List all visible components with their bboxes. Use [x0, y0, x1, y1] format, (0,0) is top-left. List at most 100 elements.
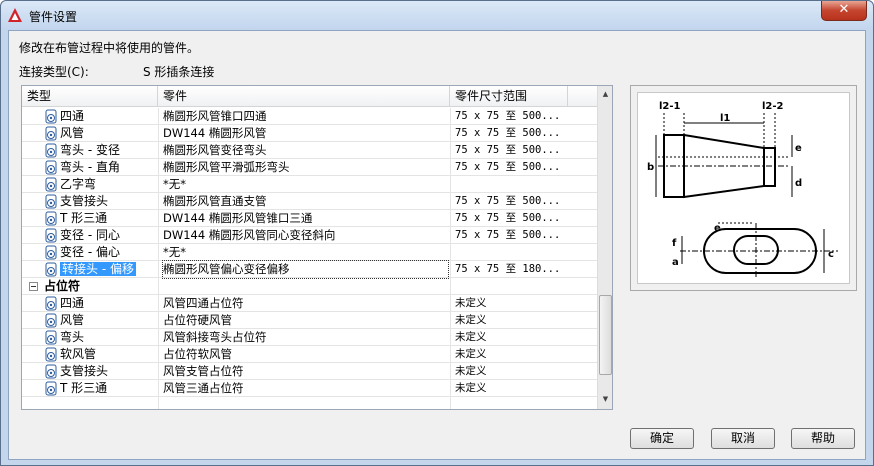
- fitting-settings-icon[interactable]: [44, 126, 59, 141]
- grid-row[interactable]: 支管接头 椭圆形风管直通支管 75 x 75 至 500...: [22, 193, 597, 210]
- grid-row[interactable]: 风管 DW144 椭圆形风管 75 x 75 至 500...: [22, 125, 597, 142]
- grid-row[interactable]: 风管 占位符硬风管 未定义: [22, 312, 597, 329]
- dim-label-a: a: [672, 257, 679, 268]
- fitting-settings-icon[interactable]: [44, 313, 59, 328]
- cell-type: 软风管: [60, 347, 97, 361]
- fitting-settings-icon[interactable]: [44, 160, 59, 175]
- cell-type: 转接头 - 偏移: [60, 261, 160, 278]
- cell-size-range: 未定义: [455, 331, 487, 343]
- grid-row[interactable]: 支管接头 风管支管占位符 未定义: [22, 363, 597, 380]
- cell-part[interactable]: *无*: [163, 176, 448, 193]
- cell-part[interactable]: DW144 椭圆形风管同心变径斜向: [163, 227, 448, 244]
- grid-row[interactable]: T 形三通 DW144 椭圆形风管锥口三通 75 x 75 至 500...: [22, 210, 597, 227]
- fitting-settings-icon[interactable]: [44, 109, 59, 124]
- group-row-placeholders[interactable]: 占位符: [22, 278, 597, 295]
- cell-type: 弯头 - 直角: [60, 160, 120, 174]
- cell-size-range: 75 x 75 至 180...: [455, 263, 561, 275]
- cell-type: 四通: [60, 109, 85, 123]
- cell-type: 风管: [60, 313, 85, 327]
- cell-part-dropdown[interactable]: 椭圆形风管偏心变径偏移: [162, 260, 449, 279]
- cell-part[interactable]: 风管三通占位符: [163, 380, 448, 397]
- cell-type: T 形三通: [60, 381, 108, 395]
- cell-part[interactable]: 椭圆形风管变径弯头: [163, 142, 448, 159]
- ok-button[interactable]: 确定: [630, 428, 694, 449]
- scrollbar-thumb[interactable]: [599, 295, 612, 375]
- fitting-settings-icon[interactable]: [44, 194, 59, 209]
- column-header-size-range[interactable]: 零件尺寸范围: [450, 86, 568, 107]
- cell-part[interactable]: DW144 椭圆形风管锥口三通: [163, 210, 448, 227]
- cell-size-range: 未定义: [455, 382, 487, 394]
- fitting-settings-icon[interactable]: [44, 228, 59, 243]
- cell-size-range: 75 x 75 至 500...: [455, 127, 561, 139]
- grid-row[interactable]: 弯头 风管斜接弯头占位符 未定义: [22, 329, 597, 346]
- fitting-settings-icon[interactable]: [44, 347, 59, 362]
- cell-size-range: 75 x 75 至 500...: [455, 212, 561, 224]
- grid-row[interactable]: 变径 - 同心 DW144 椭圆形风管同心变径斜向 75 x 75 至 500.…: [22, 227, 597, 244]
- column-header-part[interactable]: 零件: [158, 86, 450, 107]
- grid-row[interactable]: 四通 风管四通占位符 未定义: [22, 295, 597, 312]
- cell-size-range: [455, 244, 595, 261]
- cell-part[interactable]: 风管四通占位符: [163, 295, 448, 312]
- dim-label-b: b: [647, 162, 654, 173]
- app-logo-icon: [8, 8, 22, 22]
- cell-part[interactable]: 占位符软风管: [163, 346, 448, 363]
- cell-size-range: 75 x 75 至 500...: [455, 144, 561, 156]
- dim-label-l2-1: l2-1: [659, 101, 681, 112]
- fitting-settings-icon[interactable]: [44, 177, 59, 192]
- help-button[interactable]: 帮助: [791, 428, 855, 449]
- grid-row[interactable]: 乙字弯 *无*: [22, 176, 597, 193]
- grid-row[interactable]: T 形三通 风管三通占位符 未定义: [22, 380, 597, 397]
- cell-part[interactable]: *无*: [163, 244, 448, 261]
- dim-label-f: f: [672, 238, 677, 249]
- group-label: 占位符: [44, 279, 81, 293]
- fitting-settings-icon[interactable]: [44, 211, 59, 226]
- grid-row-selected[interactable]: 转接头 - 偏移 椭圆形风管偏心变径偏移 75 x 75 至 180...: [22, 260, 597, 279]
- connection-type-label: 连接类型(C):: [19, 65, 89, 79]
- dim-label-l1: l1: [720, 113, 730, 124]
- fitting-settings-icon[interactable]: [44, 381, 59, 396]
- cell-type: 变径 - 同心: [60, 228, 120, 242]
- cell-part[interactable]: DW144 椭圆形风管: [163, 125, 448, 142]
- cell-type: 弯头: [60, 330, 85, 344]
- fitting-settings-icon[interactable]: [44, 330, 59, 345]
- dim-label-e: e: [795, 143, 802, 154]
- cell-type: 变径 - 偏心: [60, 245, 120, 259]
- collapse-toggle-icon[interactable]: [29, 282, 38, 291]
- scroll-up-icon[interactable]: ▲: [599, 86, 612, 102]
- cell-type: 弯头 - 变径: [60, 143, 120, 157]
- cell-type: 乙字弯: [60, 177, 97, 191]
- cell-size-range: 未定义: [455, 365, 487, 377]
- cell-size-range: 75 x 75 至 500...: [455, 195, 561, 207]
- cell-part[interactable]: 椭圆形风管直通支管: [163, 193, 448, 210]
- cell-type: 四通: [60, 296, 85, 310]
- fitting-settings-icon[interactable]: [44, 262, 59, 277]
- cell-part[interactable]: 占位符硬风管: [163, 312, 448, 329]
- dialog-body: 修改在布管过程中将使用的管件。 连接类型(C): S 形插条连接 类型 零件 零…: [8, 30, 866, 460]
- column-header-type[interactable]: 类型: [22, 86, 158, 107]
- cell-part[interactable]: 风管斜接弯头占位符: [163, 329, 448, 346]
- fitting-settings-icon[interactable]: [44, 296, 59, 311]
- fitting-settings-icon[interactable]: [44, 245, 59, 260]
- grid-row[interactable]: 弯头 - 直角 椭圆形风管平滑弧形弯头 75 x 75 至 500...: [22, 159, 597, 176]
- fitting-preview-image: l2-1 l1 l2-2 b e d e f a c: [637, 92, 850, 284]
- title-bar[interactable]: 管件设置 ✕: [1, 1, 873, 29]
- connection-type-value: S 形插条连接: [143, 65, 215, 79]
- grid-row[interactable]: 四通 椭圆形风管锥口四通 75 x 75 至 500...: [22, 108, 597, 125]
- cell-part[interactable]: 椭圆形风管锥口四通: [163, 108, 448, 125]
- fitting-settings-icon[interactable]: [44, 143, 59, 158]
- fitting-settings-icon[interactable]: [44, 364, 59, 379]
- cell-type: 支管接头: [60, 364, 109, 378]
- cell-type: 风管: [60, 126, 85, 140]
- cell-part[interactable]: 风管支管占位符: [163, 363, 448, 380]
- grid-row[interactable]: 软风管 占位符软风管 未定义: [22, 346, 597, 363]
- grid-row[interactable]: 变径 - 偏心 *无*: [22, 244, 597, 261]
- vertical-scrollbar[interactable]: ▲ ▼: [597, 86, 612, 409]
- grid-header: 类型 零件 零件尺寸范围: [22, 86, 597, 107]
- close-button[interactable]: ✕: [821, 1, 867, 21]
- cancel-button[interactable]: 取消: [711, 428, 775, 449]
- offset-transition-diagram: l2-1 l1 l2-2 b e d e f a c: [647, 101, 838, 278]
- scroll-down-icon[interactable]: ▼: [599, 391, 612, 407]
- grid-row[interactable]: 弯头 - 变径 椭圆形风管变径弯头 75 x 75 至 500...: [22, 142, 597, 159]
- fittings-settings-dialog: 管件设置 ✕ 修改在布管过程中将使用的管件。 连接类型(C): S 形插条连接 …: [0, 0, 874, 466]
- cell-part[interactable]: 椭圆形风管平滑弧形弯头: [163, 159, 448, 176]
